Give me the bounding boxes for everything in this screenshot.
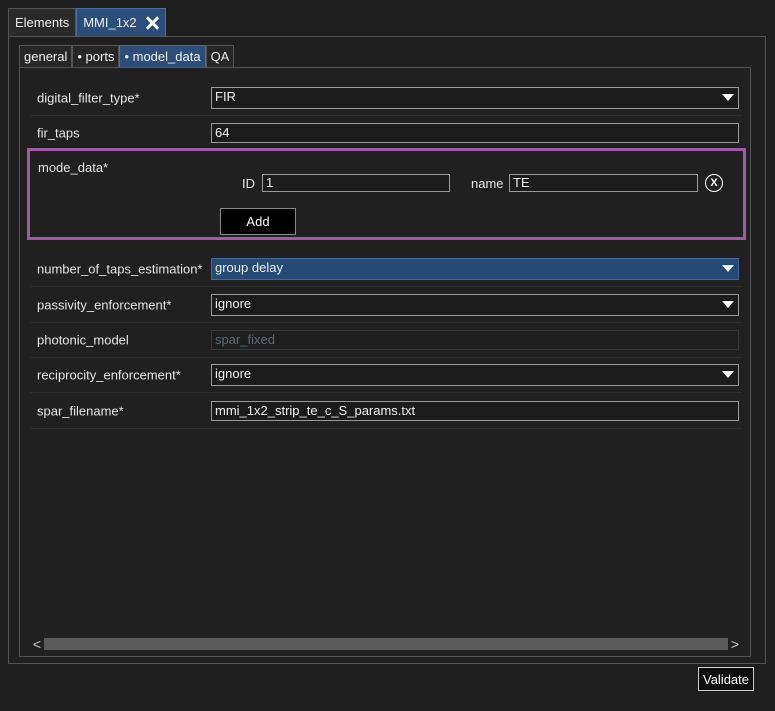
- add-mode-button-label: Add: [246, 214, 270, 229]
- number-of-taps-estimation-value: group delay: [215, 260, 283, 275]
- fir-taps-input[interactable]: 64: [211, 123, 739, 143]
- passivity-enforcement-label: passivity_enforcement*: [37, 297, 172, 313]
- tab-general-label: general: [24, 49, 68, 64]
- chevron-down-icon: [722, 94, 734, 101]
- tab-mmi-1x2[interactable]: MMI_1x2: [76, 8, 166, 36]
- validate-button-label: Validate: [702, 671, 749, 687]
- tab-ports[interactable]: • ports: [72, 45, 120, 67]
- mode-name-input[interactable]: TE: [509, 174, 698, 192]
- chevron-down-icon: [722, 265, 734, 272]
- tab-ports-label: • ports: [77, 49, 115, 64]
- tab-qa-label: QA: [210, 49, 230, 64]
- scroll-left-icon[interactable]: <: [30, 636, 44, 652]
- fir-taps-label: fir_taps: [37, 125, 80, 141]
- spar-filename-input[interactable]: mmi_1x2_strip_te_c_S_params.txt: [211, 401, 739, 421]
- mode-data-label: mode_data*: [38, 160, 109, 175]
- add-mode-button[interactable]: Add: [220, 208, 296, 235]
- remove-mode-icon[interactable]: X: [705, 174, 723, 192]
- tab-qa[interactable]: QA: [205, 45, 235, 67]
- photonic-model-input: spar_fixed: [211, 330, 739, 350]
- spar-filename-value: mmi_1x2_strip_te_c_S_params.txt: [215, 403, 416, 418]
- sub-tab-bar: general • ports • model_data QA: [19, 45, 235, 67]
- scrollbar-thumb[interactable]: [44, 638, 728, 650]
- row-number-of-taps-estimation: number_of_taps_estimation* group delay: [30, 252, 742, 287]
- tab-model-data-label: • model_data: [124, 49, 201, 64]
- mode-data-group: mode_data* ID 1 name TE X Add: [27, 148, 746, 240]
- tab-general[interactable]: general: [19, 45, 73, 67]
- spar-filename-label: spar_filename*: [37, 403, 124, 419]
- close-icon[interactable]: [145, 16, 159, 30]
- number-of-taps-estimation-label: number_of_taps_estimation*: [37, 261, 203, 277]
- tab-model-data[interactable]: • model_data: [119, 45, 206, 67]
- mode-name-value: TE: [513, 175, 530, 190]
- validate-button[interactable]: Validate: [698, 667, 754, 691]
- row-passivity-enforcement: passivity_enforcement* ignore: [30, 288, 742, 323]
- row-fir-taps: fir_taps 64: [30, 116, 742, 151]
- mode-name-label: name: [471, 176, 504, 191]
- reciprocity-enforcement-label: reciprocity_enforcement*: [37, 367, 181, 383]
- horizontal-scrollbar[interactable]: < >: [30, 636, 742, 652]
- reciprocity-enforcement-value: ignore: [215, 366, 252, 381]
- number-of-taps-estimation-select[interactable]: group delay: [211, 258, 739, 280]
- chevron-down-icon: [722, 371, 734, 378]
- top-tab-bar: Elements MMI_1x2: [8, 8, 166, 36]
- mode-id-input[interactable]: 1: [262, 174, 450, 192]
- photonic-model-label: photonic_model: [37, 332, 129, 348]
- tab-mmi-1x2-label: MMI_1x2: [83, 15, 137, 30]
- tab-elements[interactable]: Elements: [8, 8, 77, 36]
- scroll-right-icon[interactable]: >: [728, 636, 742, 652]
- row-reciprocity-enforcement: reciprocity_enforcement* ignore: [30, 358, 742, 393]
- mode-id-value: 1: [266, 175, 274, 190]
- passivity-enforcement-select[interactable]: ignore: [211, 294, 739, 316]
- tab-elements-label: Elements: [15, 15, 70, 30]
- photonic-model-value: spar_fixed: [215, 332, 275, 347]
- chevron-down-icon: [722, 301, 734, 308]
- passivity-enforcement-value: ignore: [215, 296, 252, 311]
- row-digital-filter-type: digital_filter_type* FIR: [30, 81, 742, 116]
- digital-filter-type-select[interactable]: FIR: [211, 87, 739, 109]
- digital-filter-type-label: digital_filter_type*: [37, 90, 140, 106]
- reciprocity-enforcement-select[interactable]: ignore: [211, 364, 739, 386]
- row-photonic-model: photonic_model spar_fixed: [30, 323, 742, 358]
- mode-id-label: ID: [242, 176, 255, 191]
- fir-taps-value: 64: [215, 125, 230, 140]
- digital-filter-type-value: FIR: [215, 89, 236, 104]
- row-spar-filename: spar_filename* mmi_1x2_strip_te_c_S_para…: [30, 394, 742, 429]
